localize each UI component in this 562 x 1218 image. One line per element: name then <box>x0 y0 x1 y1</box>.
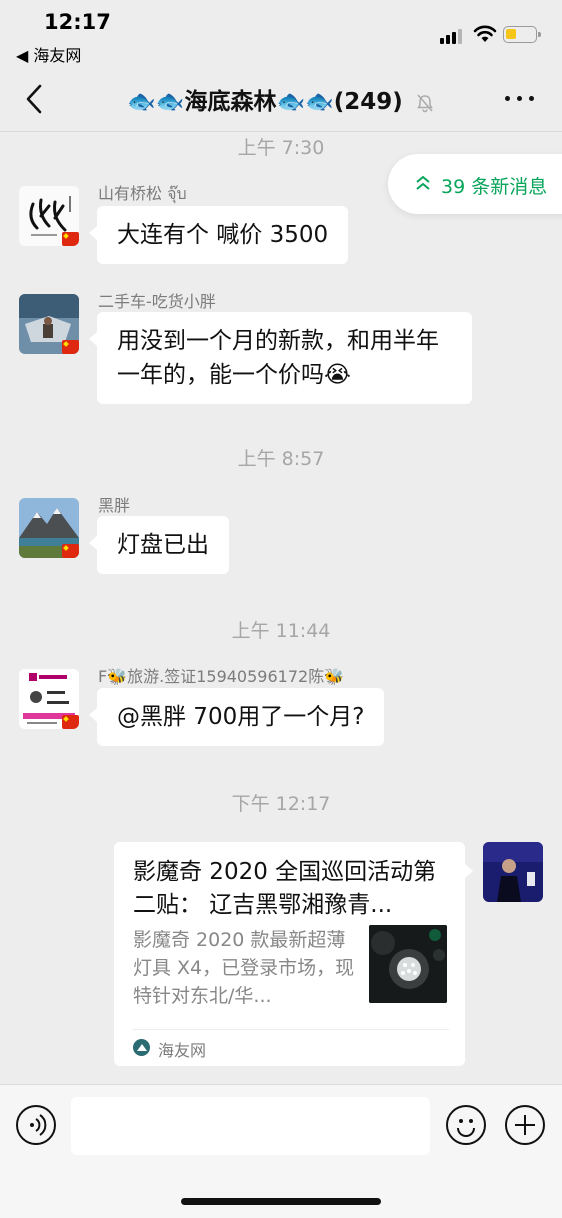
fish-emoji: 🐟🐟 <box>276 89 334 115</box>
message-bubble[interactable]: @黑胖 700用了一个月? <box>88 688 385 746</box>
china-flag-icon <box>62 232 79 246</box>
status-time: 12:17 <box>44 10 111 34</box>
wifi-icon <box>473 25 497 42</box>
double-chevron-up-icon <box>416 175 430 190</box>
fish-emoji: 🐟🐟 <box>127 89 185 115</box>
message-bubble[interactable]: 用没到一个月的新款，和用半年一年的，能一个价吗😭 <box>89 312 472 404</box>
message-bubble[interactable]: 灯盘已出 <box>89 516 229 574</box>
chat-title: 🐟🐟海底森林🐟🐟(249) <box>0 82 562 116</box>
plus-icon <box>515 1115 535 1135</box>
timestamp: 上午 8:57 <box>237 448 325 470</box>
message-bubble[interactable]: 大连有个 喊价 3500 <box>88 206 349 264</box>
emoji-button[interactable] <box>446 1105 486 1145</box>
avatar[interactable] <box>19 669 79 729</box>
stage-person-avatar-image <box>483 842 543 902</box>
china-flag-icon <box>62 340 79 354</box>
smiley-icon <box>457 1119 475 1137</box>
member-count: (249) <box>333 89 403 115</box>
new-messages-button[interactable]: 39 条新消息 <box>388 154 562 214</box>
shared-article-card[interactable]: 影魔奇 2020 全国巡回活动第二贴： 辽吉黑鄂湘豫青... 影魔奇 2020 … <box>114 842 473 1066</box>
article-description: 影魔奇 2020 款最新超薄灯具 X4，已登录市场，现特针对东北/华... <box>133 929 355 1007</box>
battery-icon <box>503 26 541 43</box>
back-to-app-link[interactable]: ◀ 海友网 <box>16 42 81 66</box>
voice-input-button[interactable] <box>16 1105 56 1145</box>
new-messages-label: 39 条新消息 <box>441 176 548 198</box>
my-avatar[interactable] <box>483 842 543 902</box>
sender-name: 二手车-吃货小胖 <box>98 292 216 311</box>
timestamp: 下午 12:17 <box>231 793 331 815</box>
card-divider <box>133 1029 449 1030</box>
mute-bell-icon <box>416 94 433 112</box>
sender-name: 黑胖 <box>98 496 131 515</box>
group-name: 海底森林 <box>184 89 277 115</box>
timestamp: 上午 11:44 <box>231 620 331 642</box>
article-title: 影魔奇 2020 全国巡回活动第二贴： 辽吉黑鄂湘豫青... <box>133 859 437 918</box>
home-indicator[interactable] <box>181 1198 381 1205</box>
cellular-signal-icon <box>440 28 466 44</box>
china-flag-icon <box>62 715 79 729</box>
sender-name: F🐝旅游.签证15940596172陈🐝 <box>98 667 345 686</box>
article-thumbnail <box>369 925 447 1003</box>
source-logo-icon <box>133 1039 150 1056</box>
china-flag-icon <box>62 544 79 558</box>
more-options-icon[interactable] <box>505 96 535 104</box>
more-actions-button[interactable] <box>505 1105 545 1145</box>
message-text-input[interactable] <box>71 1097 430 1155</box>
sender-name: 山有桥松 จุ๊บ <box>98 184 187 203</box>
avatar[interactable] <box>19 294 79 354</box>
status-bar: 12:17 ◀ 海友网 <box>0 0 562 66</box>
avatar[interactable] <box>19 186 79 246</box>
article-source: 海友网 <box>158 1041 207 1060</box>
voice-wave-icon <box>30 1114 47 1136</box>
avatar[interactable] <box>19 498 79 558</box>
chat-header: 🐟🐟海底森林🐟🐟(249) <box>0 66 562 132</box>
